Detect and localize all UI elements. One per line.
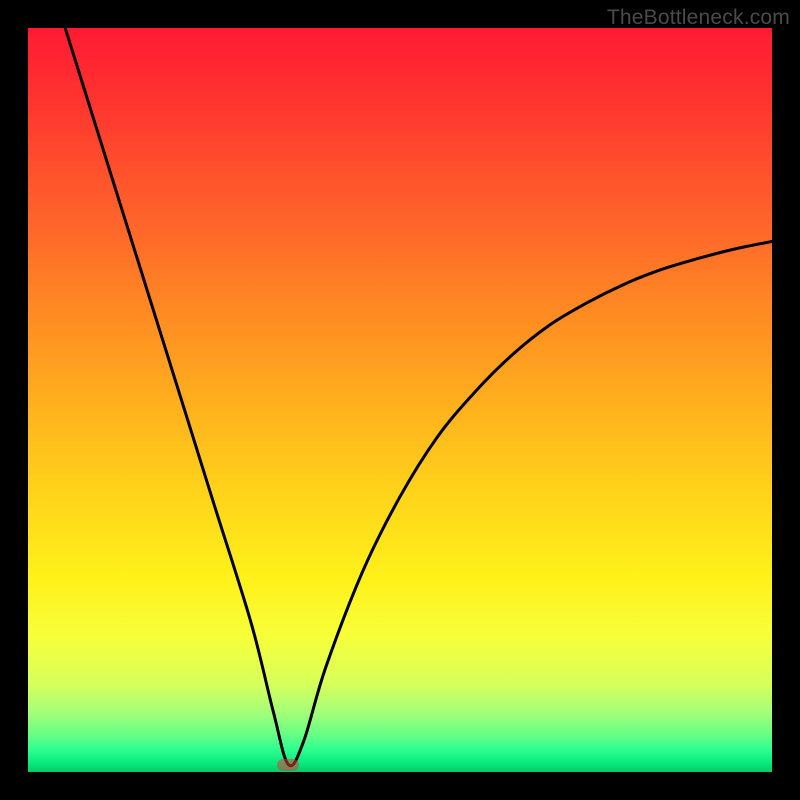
watermark-text: TheBottleneck.com xyxy=(607,6,790,30)
minimum-marker xyxy=(277,759,299,771)
bottleneck-curve xyxy=(28,28,772,772)
chart-stage: TheBottleneck.com xyxy=(0,0,800,800)
plot-area xyxy=(28,28,772,772)
curve-path xyxy=(65,28,772,766)
